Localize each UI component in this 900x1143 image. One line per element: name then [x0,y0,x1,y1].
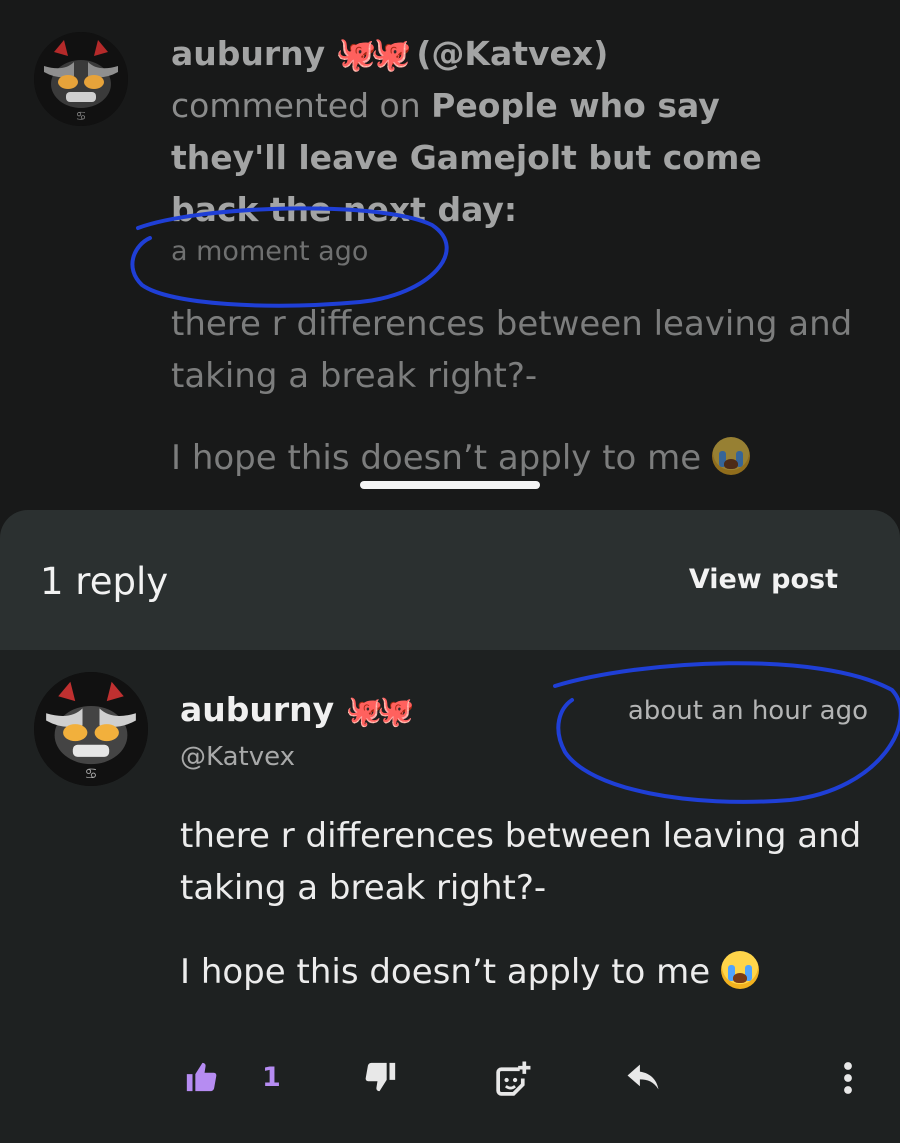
avatar[interactable]: ♋ [34,672,148,786]
avatar[interactable]: ♋ [34,32,128,126]
comment-paragraph: there r differences between leaving and … [171,304,853,396]
svg-text:♋: ♋ [76,109,87,123]
notification-headline: auburny 🐙🐙 (@Katvex) commented on People… [171,28,821,236]
notification-handle[interactable]: (@Katvex) [416,34,608,73]
more-options-button[interactable] [840,1060,856,1100]
add-sticker-button[interactable] [492,1060,532,1100]
sticker-add-icon [496,1061,531,1096]
reply-button[interactable] [624,1060,662,1100]
reply-timestamp: about an hour ago [627,696,868,726]
comment-action-bar: 1 [0,1060,900,1100]
reply-comment: ♋ auburny 🐙🐙 @Katvex about an hour ago t… [0,510,900,1143]
more-vertical-icon [844,1062,852,1094]
loudly-crying-face-icon [712,437,751,475]
comment-paragraph-text: I hope this doesn’t apply to me [180,952,711,992]
reply-username[interactable]: auburny [180,690,334,729]
reply-username-row: auburny 🐙🐙 [180,690,415,729]
username-emoji: 🐙🐙 [335,34,412,73]
like-button[interactable] [184,1060,218,1100]
svg-text:♋: ♋ [84,766,97,783]
reply-body: there r differences between leaving and … [180,810,880,1030]
avatar-image: ♋ [34,32,128,126]
dislike-button[interactable] [364,1060,398,1100]
comment-paragraph: I hope this doesn’t apply to me [171,432,871,484]
thumbs-up-icon [186,1062,217,1092]
notification-username[interactable]: auburny [171,34,325,73]
comment-paragraph: I hope this doesn’t apply to me [180,946,880,998]
comment-paragraph: there r differences between leaving and … [180,816,862,908]
avatar-image: ♋ [34,672,148,786]
loudly-crying-face-icon [721,951,760,989]
username-emoji: 🐙🐙 [345,694,415,729]
notification-timestamp: a moment ago [171,236,369,267]
thumbs-down-icon [365,1062,396,1092]
comment-notification[interactable]: ♋ auburny 🐙🐙 (@Katvex) commented on Peop… [0,0,900,540]
like-count: 1 [262,1062,281,1093]
scroll-indicator [360,481,540,489]
reply-icon [627,1064,659,1090]
notification-action: commented on [171,86,421,125]
comment-paragraph-text: I hope this doesn’t apply to me [171,438,702,478]
reply-handle[interactable]: @Katvex [180,742,295,772]
